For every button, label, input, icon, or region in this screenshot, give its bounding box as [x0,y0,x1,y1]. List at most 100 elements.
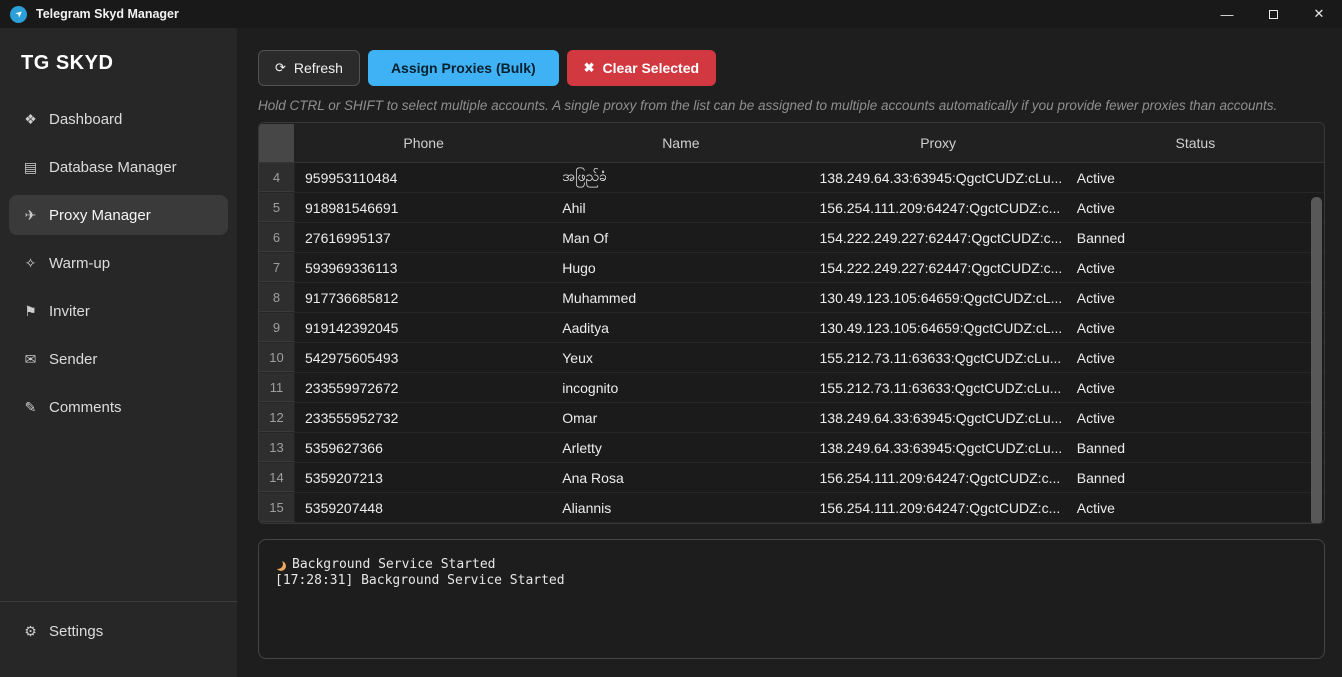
name-cell: incognito [552,373,809,402]
proxy-cell: 155.212.73.11:63633:QgctCUDZ:cLu... [810,373,1067,402]
proxy-cell: 154.222.249.227:62447:QgctCUDZ:c... [810,223,1067,252]
phone-cell: 959953110484 [295,163,552,192]
sidebar-item-label: Database Manager [49,159,177,176]
table-row[interactable]: 9 919142392045 Aaditya 130.49.123.105:64… [259,313,1324,343]
phone-cell: 917736685812 [295,283,552,312]
row-number-cell[interactable]: 12 [259,403,295,432]
row-number-cell[interactable]: 7 [259,253,295,282]
sidebar-bottom: ⚙ Settings [0,601,237,677]
table-row[interactable]: 13 5359627366 Arletty 138.249.64.33:6394… [259,433,1324,463]
log-panel: Background Service Started [17:28:31] Ba… [258,539,1325,659]
row-number-cell[interactable]: 8 [259,283,295,312]
refresh-icon: ⟳ [275,60,286,76]
row-number-cell[interactable]: 15 [259,493,295,522]
sidebar-item-warm-up[interactable]: ✧ Warm-up [9,243,228,283]
status-cell: Banned [1067,433,1324,462]
sidebar-nav: ❖ Dashboard ▤ Database Manager ✈ Proxy M… [0,93,237,435]
table-header-row: Phone Name Proxy Status [259,123,1324,163]
sidebar: TG SKYD ❖ Dashboard ▤ Database Manager ✈… [0,28,237,677]
row-number-cell[interactable]: 5 [259,193,295,222]
table-row[interactable]: 5 918981546691 Ahil 156.254.111.209:6424… [259,193,1324,223]
table-row[interactable]: 6 27616995137 Man Of 154.222.249.227:624… [259,223,1324,253]
table-row[interactable]: 10 542975605493 Yeux 155.212.73.11:63633… [259,343,1324,373]
name-cell: Aaditya [552,313,809,342]
phone-cell: 5359627366 [295,433,552,462]
proxy-cell: 138.249.64.33:63945:QgctCUDZ:cLu... [810,163,1067,192]
sidebar-item-icon: ⚑ [22,303,39,320]
name-cell: Yeux [552,343,809,372]
row-number-cell[interactable]: 11 [259,373,295,402]
sidebar-item-dashboard[interactable]: ❖ Dashboard [9,99,228,139]
table-row[interactable]: 4 959953110484 အဖြည်ခံ 138.249.64.33:639… [259,163,1324,193]
table-row[interactable]: 7 593969336113 Hugo 154.222.249.227:6244… [259,253,1324,283]
sidebar-item-icon: ▤ [22,159,39,176]
status-cell: Banned [1067,223,1324,252]
table-vertical-scrollbar[interactable] [1311,197,1322,524]
table-row[interactable]: 8 917736685812 Muhammed 130.49.123.105:6… [259,283,1324,313]
phone-cell: 233559972672 [295,373,552,402]
name-cell: အဖြည်ခံ [552,163,809,192]
gear-icon: ⚙ [22,623,39,640]
sidebar-item-icon: ❖ [22,111,39,128]
selection-hint-text: Hold CTRL or SHIFT to select multiple ac… [258,98,1325,113]
table-body: 4 959953110484 အဖြည်ခံ 138.249.64.33:639… [259,163,1324,523]
row-number-cell[interactable]: 6 [259,223,295,252]
sidebar-item-database-manager[interactable]: ▤ Database Manager [9,147,228,187]
sidebar-item-icon: ✧ [22,255,39,272]
column-header-status[interactable]: Status [1067,123,1324,162]
clear-selected-label: Clear Selected [603,60,700,76]
refresh-button[interactable]: ⟳ Refresh [258,50,360,86]
name-cell: Omar [552,403,809,432]
proxy-cell: 138.249.64.33:63945:QgctCUDZ:cLu... [810,433,1067,462]
row-number-cell[interactable]: 4 [259,163,295,192]
sidebar-item-label: Inviter [49,303,90,320]
proxy-cell: 130.49.123.105:64659:QgctCUDZ:cL... [810,283,1067,312]
row-number-cell[interactable]: 13 [259,433,295,462]
table-row[interactable]: 12 233555952732 Omar 138.249.64.33:63945… [259,403,1324,433]
sidebar-item-settings[interactable]: ⚙ Settings [9,611,228,651]
proxy-cell: 156.254.111.209:64247:QgctCUDZ:c... [810,493,1067,522]
column-header-proxy[interactable]: Proxy [810,123,1067,162]
table-row[interactable]: 15 5359207448 Aliannis 156.254.111.209:6… [259,493,1324,523]
clear-selected-button[interactable]: ✖ Clear Selected [567,50,716,86]
table-corner-cell[interactable] [259,124,294,162]
row-number-cell[interactable]: 9 [259,313,295,342]
window-title: Telegram Skyd Manager [36,7,179,21]
sidebar-item-label: Sender [49,351,97,368]
assign-proxies-button[interactable]: Assign Proxies (Bulk) [368,50,559,86]
status-cell: Active [1067,313,1324,342]
status-cell: Banned [1067,463,1324,492]
column-header-name[interactable]: Name [552,123,809,162]
column-header-phone[interactable]: Phone [295,123,552,162]
phone-cell: 918981546691 [295,193,552,222]
accounts-table: Phone Name Proxy Status 4 959953110484 အ… [258,122,1325,524]
minimize-button[interactable]: — [1204,0,1250,28]
window-controls: — ✕ [1204,0,1342,28]
proxy-cell: 138.249.64.33:63945:QgctCUDZ:cLu... [810,403,1067,432]
close-button[interactable]: ✕ [1296,0,1342,28]
status-cell: Active [1067,283,1324,312]
sidebar-item-sender[interactable]: ✉ Sender [9,339,228,379]
log-line-text: Background Service Started [292,557,496,573]
log-line-text: [17:28:31] Background Service Started [275,573,565,589]
sidebar-item-icon: ✉ [22,351,39,368]
sidebar-item-comments[interactable]: ✎ Comments [9,387,228,427]
name-cell: Ahil [552,193,809,222]
sidebar-item-icon: ✎ [22,399,39,416]
row-number-cell[interactable]: 14 [259,463,295,492]
refresh-label: Refresh [294,60,343,76]
proxy-cell: 155.212.73.11:63633:QgctCUDZ:cLu... [810,343,1067,372]
sidebar-item-inviter[interactable]: ⚑ Inviter [9,291,228,331]
maximize-button[interactable] [1250,0,1296,28]
sidebar-item-label: Warm-up [49,255,110,272]
main-content: ⟳ Refresh Assign Proxies (Bulk) ✖ Clear … [237,28,1342,677]
brand-title: TG SKYD [0,28,237,93]
log-line: Background Service Started [275,557,1308,573]
row-number-cell[interactable]: 10 [259,343,295,372]
maximize-icon [1269,10,1278,19]
sidebar-item-label: Proxy Manager [49,207,151,224]
name-cell: Arletty [552,433,809,462]
table-row[interactable]: 14 5359207213 Ana Rosa 156.254.111.209:6… [259,463,1324,493]
table-row[interactable]: 11 233559972672 incognito 155.212.73.11:… [259,373,1324,403]
sidebar-item-proxy-manager[interactable]: ✈ Proxy Manager [9,195,228,235]
